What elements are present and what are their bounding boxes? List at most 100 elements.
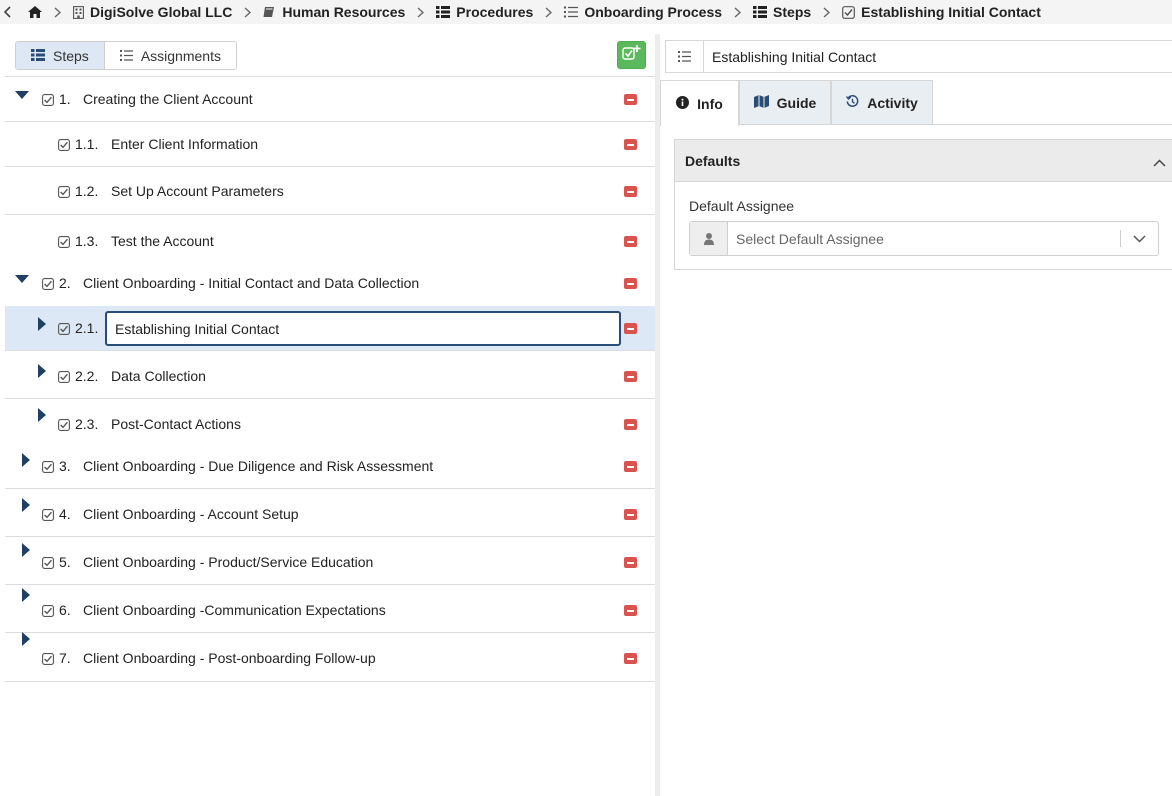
step-row[interactable]: 1.3. Test the Account xyxy=(5,215,655,261)
caret-right-icon[interactable] xyxy=(19,632,33,646)
breadcrumb-label: Procedures xyxy=(456,4,534,20)
step-row[interactable]: 1.1. Enter Client Information xyxy=(5,122,655,167)
breadcrumb-item-procedures[interactable]: Procedures xyxy=(436,4,533,20)
check-square-icon[interactable] xyxy=(42,604,54,620)
breadcrumb-item-company[interactable]: DigiSolve Global LLC xyxy=(73,4,232,20)
step-row[interactable]: 6. Client Onboarding -Communication Expec… xyxy=(5,585,655,633)
step-row[interactable]: 2. Client Onboarding - Initial Contact an… xyxy=(5,261,655,306)
breadcrumb-label: Establishing Initial Contact xyxy=(861,4,1041,20)
step-number: 2. xyxy=(59,275,71,291)
chevron-right-icon xyxy=(417,6,425,18)
step-row[interactable]: 3. Client Onboarding - Due Diligence and … xyxy=(5,447,655,489)
remove-step-button[interactable] xyxy=(624,653,637,664)
remove-step-button[interactable] xyxy=(624,323,637,334)
tab-steps[interactable]: Steps xyxy=(16,42,104,69)
tab-activity[interactable]: Activity xyxy=(831,80,933,124)
breadcrumb-label: Steps xyxy=(773,4,812,20)
check-square-icon[interactable] xyxy=(42,460,54,476)
caret-right-icon[interactable] xyxy=(19,498,33,512)
detail-pane: Establishing Initial Contact Info Guide … xyxy=(660,34,1172,796)
chevron-up-icon[interactable] xyxy=(1153,154,1166,170)
step-title: Client Onboarding - Account Setup xyxy=(83,506,299,522)
steps-pane: Steps Assignments 1. Creating the Client … xyxy=(5,34,655,796)
detail-title: Establishing Initial Contact xyxy=(712,48,877,65)
user-icon xyxy=(690,222,728,255)
check-square-icon[interactable] xyxy=(58,185,70,201)
remove-step-button[interactable] xyxy=(624,186,637,197)
history-icon xyxy=(846,94,859,111)
caret-down-icon[interactable] xyxy=(15,89,29,101)
step-row[interactable]: 1. Creating the Client Account xyxy=(5,77,655,122)
breadcrumb-label: Human Resources xyxy=(282,4,406,20)
step-number: 2.1. xyxy=(75,320,99,336)
remove-step-button[interactable] xyxy=(624,419,637,430)
tab-info[interactable]: Info xyxy=(660,80,739,126)
remove-step-button[interactable] xyxy=(624,557,637,568)
breadcrumb: DigiSolve Global LLC Human Resources Pro… xyxy=(0,0,1172,24)
remove-step-button[interactable] xyxy=(624,94,637,105)
remove-step-button[interactable] xyxy=(624,509,637,520)
breadcrumb-item-department[interactable]: Human Resources xyxy=(263,4,405,20)
check-square-icon[interactable] xyxy=(58,370,70,386)
tab-guide[interactable]: Guide xyxy=(739,80,831,124)
check-square-icon[interactable] xyxy=(42,556,54,572)
caret-right-icon[interactable] xyxy=(19,543,33,557)
caret-right-icon[interactable] xyxy=(35,408,49,422)
panel-title: Defaults xyxy=(685,152,741,169)
step-row[interactable]: 5. Client Onboarding - Product/Service Ed… xyxy=(5,537,655,585)
info-circle-icon xyxy=(676,95,690,112)
list-icon[interactable] xyxy=(666,41,704,72)
remove-step-button[interactable] xyxy=(624,278,637,289)
back-chevron-icon[interactable] xyxy=(4,6,14,18)
add-step-button[interactable] xyxy=(617,41,646,69)
step-row[interactable]: 2.2. Data Collection xyxy=(5,351,655,399)
step-row[interactable]: 4. Client Onboarding - Account Setup xyxy=(5,489,655,537)
step-title: Test the Account xyxy=(111,233,214,249)
check-square-icon[interactable] xyxy=(42,277,54,293)
step-row[interactable]: 1.2. Set Up Account Parameters xyxy=(5,167,655,215)
check-square-icon[interactable] xyxy=(42,508,54,524)
book-icon xyxy=(263,6,276,18)
step-title: Client Onboarding - Post-onboarding Foll… xyxy=(83,650,376,666)
chevron-down-icon[interactable] xyxy=(1120,230,1158,247)
breadcrumb-item-steps[interactable]: Steps xyxy=(753,4,811,20)
steps-toolbar: Steps Assignments xyxy=(5,34,655,77)
step-row[interactable]: 2.1. Establishing Initial Contact xyxy=(5,306,655,351)
caret-right-icon[interactable] xyxy=(19,453,33,467)
home-icon[interactable] xyxy=(28,6,42,18)
step-row[interactable]: 2.3. Post-Contact Actions xyxy=(5,399,655,447)
defaults-panel-header[interactable]: Defaults xyxy=(675,140,1172,182)
default-assignee-select[interactable]: Select Default Assignee xyxy=(689,221,1159,256)
check-square-icon[interactable] xyxy=(58,138,70,154)
step-number: 4. xyxy=(59,506,71,522)
check-square-icon[interactable] xyxy=(42,652,54,668)
tab-label: Steps xyxy=(53,47,89,64)
step-title: Client Onboarding -Communication Expecta… xyxy=(83,602,386,618)
check-square-icon[interactable] xyxy=(42,93,54,109)
step-number: 6. xyxy=(59,602,71,618)
check-square-icon[interactable] xyxy=(58,235,70,251)
remove-step-button[interactable] xyxy=(624,605,637,616)
remove-step-button[interactable] xyxy=(624,461,637,472)
add-step-icon xyxy=(622,45,641,65)
step-number: 1.3. xyxy=(75,233,99,249)
remove-step-button[interactable] xyxy=(624,139,637,150)
caret-down-icon[interactable] xyxy=(15,273,29,285)
tab-label: Info xyxy=(697,95,723,112)
view-toggle: Steps Assignments xyxy=(15,41,237,70)
list-icon xyxy=(119,48,133,64)
step-title: Post-Contact Actions xyxy=(111,416,241,432)
step-number: 1.1. xyxy=(75,136,99,152)
tab-assignments[interactable]: Assignments xyxy=(103,42,236,69)
check-square-icon[interactable] xyxy=(58,418,70,434)
remove-step-button[interactable] xyxy=(624,371,637,382)
tab-label: Assignments xyxy=(140,47,221,64)
step-title-input[interactable]: Establishing Initial Contact xyxy=(105,311,621,346)
remove-step-button[interactable] xyxy=(624,236,637,247)
caret-right-icon[interactable] xyxy=(35,364,49,378)
check-square-icon[interactable] xyxy=(58,322,70,338)
breadcrumb-item-process[interactable]: Onboarding Process xyxy=(564,4,722,20)
caret-right-icon[interactable] xyxy=(19,588,33,602)
caret-right-icon[interactable] xyxy=(35,317,49,331)
step-row[interactable]: 7. Client Onboarding - Post-onboarding Fo… xyxy=(5,632,655,682)
